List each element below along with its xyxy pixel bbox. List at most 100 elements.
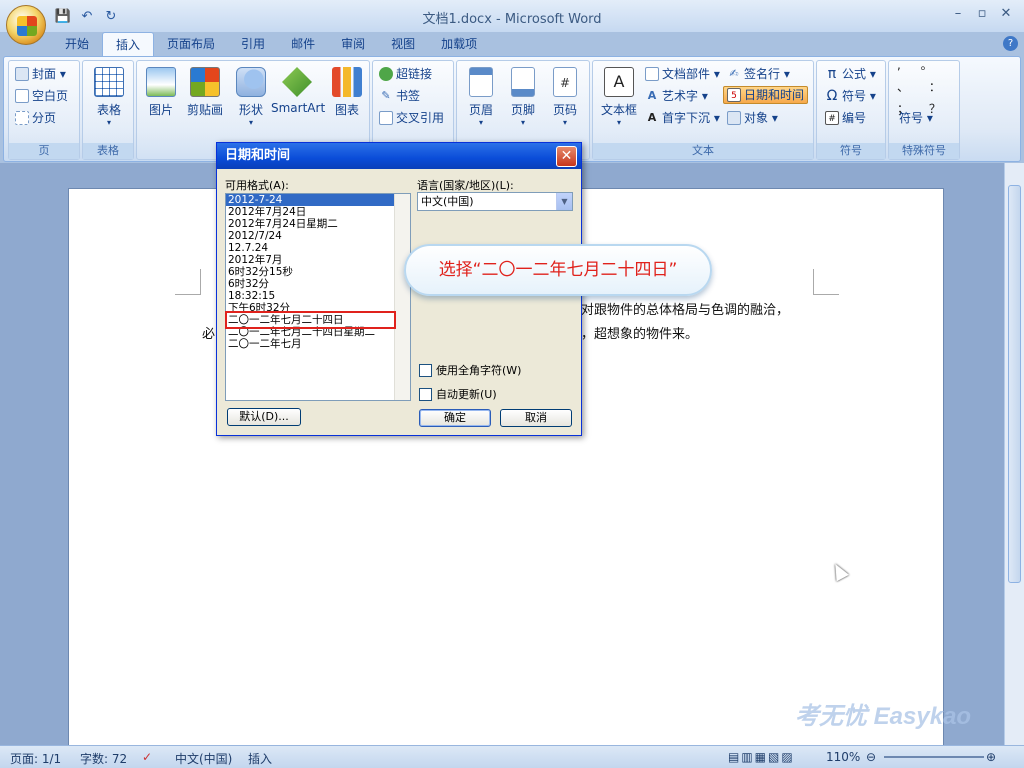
smartart-button[interactable]: SmartArt <box>271 67 325 115</box>
format-option[interactable]: 2012-7-24 <box>226 194 410 206</box>
header-button[interactable]: 页眉 ▾ <box>459 67 503 127</box>
clipart-button[interactable]: 剪贴画 <box>181 67 229 118</box>
chart-icon <box>332 67 362 97</box>
tab-insert[interactable]: 插入 <box>102 32 155 56</box>
numbering-button[interactable]: # 编号 <box>825 109 866 127</box>
close-button[interactable]: ✕ <box>994 6 1018 24</box>
page-break-button[interactable]: 分页 <box>15 109 56 127</box>
hyperlink-button[interactable]: 超链接 <box>379 65 432 83</box>
restore-button[interactable]: ▫ <box>970 6 994 24</box>
format-option[interactable]: 18:32:15 <box>226 290 410 302</box>
chart-button[interactable]: 图表 <box>325 67 369 118</box>
format-option[interactable]: 2012年7月 <box>226 254 410 266</box>
autoupdate-checkbox[interactable]: 自动更新(U) <box>419 386 497 402</box>
zoom-level[interactable]: 110% <box>826 750 860 764</box>
bookmark-icon: ✎ <box>381 89 391 102</box>
proofing-icon[interactable]: ✓ <box>142 750 152 764</box>
signature-line-button[interactable]: ✍ 签名行 ▾ <box>727 65 789 83</box>
textbox-icon: A <box>604 67 634 97</box>
equation-button[interactable]: π 公式 ▾ <box>825 65 876 83</box>
checkbox-box[interactable] <box>419 363 432 377</box>
office-logo-icon <box>17 16 37 36</box>
tab-mailings[interactable]: 邮件 <box>278 32 328 56</box>
listbox-scrollbar[interactable] <box>394 194 410 400</box>
ok-button[interactable]: 确定 <box>419 409 491 427</box>
tab-addins[interactable]: 加载项 <box>428 32 490 56</box>
tab-references[interactable]: 引用 <box>228 32 278 56</box>
omega-icon: Ω <box>826 88 838 104</box>
format-option[interactable]: 6时32分15秒 <box>226 266 410 278</box>
date-time-button[interactable]: 5 日期和时间 <box>723 86 809 104</box>
format-option[interactable]: 6时32分 <box>226 278 410 290</box>
drop-cap-button[interactable]: A 首字下沉 ▾ <box>645 109 720 127</box>
minimize-button[interactable]: – <box>946 6 970 24</box>
group-text: A 文本框 ▾ 文档部件 ▾ A 艺术字 ▾ A 首字下沉 ▾ ✍ 签名行 ▾ 5 日期和时… <box>592 60 814 160</box>
language-select[interactable]: 中文(中国) ▼ <box>417 192 573 211</box>
cancel-button[interactable]: 取消 <box>500 409 572 427</box>
word-count[interactable]: 字数: 72 <box>80 750 127 767</box>
dialog-close-button[interactable]: ✕ <box>556 146 577 167</box>
insert-mode[interactable]: 插入 <box>248 750 272 767</box>
vertical-scrollbar[interactable] <box>1004 163 1024 745</box>
format-option[interactable]: 二〇一二年七月 <box>226 338 410 350</box>
checkbox-box[interactable] <box>419 387 432 401</box>
textbox-button[interactable]: A 文本框 ▾ <box>595 67 643 127</box>
zoom-out-icon[interactable]: ⊖ <box>866 750 876 764</box>
group-special-symbols: , 。 、 ： ； ？ 符号 ▾ 特殊符号 <box>888 58 960 160</box>
picture-button[interactable]: 图片 <box>139 67 183 118</box>
scroll-thumb[interactable] <box>1008 185 1021 583</box>
dialog-title: 日期和时间 <box>217 143 581 169</box>
document-text-line-2-end: ，超想象的物件来。 <box>581 327 699 342</box>
group-label-table: 表格 <box>83 143 133 159</box>
language-status[interactable]: 中文(中国) <box>175 750 232 767</box>
cover-page-button[interactable]: 封面 ▾ <box>15 65 66 83</box>
tab-home[interactable]: 开始 <box>52 32 102 56</box>
object-button[interactable]: 对象 ▾ <box>727 109 778 127</box>
symbol-button[interactable]: Ω 符号 ▾ <box>825 87 876 105</box>
pi-icon: π <box>827 66 837 82</box>
page-number-button[interactable]: # 页码 ▾ <box>543 67 587 127</box>
formats-listbox[interactable]: 2012-7-24 2012年7月24日 2012年7月24日星期二 2012/… <box>225 193 411 401</box>
default-button[interactable]: 默认(D)... <box>227 408 301 426</box>
format-option[interactable]: 2012年7月24日 <box>226 206 410 218</box>
tab-view[interactable]: 视图 <box>378 32 428 56</box>
chevron-down-icon[interactable]: ▼ <box>556 193 572 210</box>
cross-reference-icon <box>379 111 393 125</box>
zoom-slider[interactable] <box>884 756 984 758</box>
quick-parts-button[interactable]: 文档部件 ▾ <box>645 65 720 83</box>
shapes-button[interactable]: 形状 ▾ <box>229 67 273 127</box>
cover-page-icon <box>15 67 29 81</box>
zoom-in-icon[interactable]: ⊕ <box>986 750 996 764</box>
help-icon[interactable]: ? <box>1003 36 1018 51</box>
group-table: 表格 ▾ 表格 <box>82 60 134 160</box>
group-symbols: π 公式 ▾ Ω 符号 ▾ # 编号 符号 <box>816 60 886 160</box>
footer-button[interactable]: 页脚 ▾ <box>501 67 545 127</box>
cross-reference-button[interactable]: 交叉引用 <box>379 109 444 127</box>
format-option[interactable]: 2012年7月24日星期二 <box>226 218 410 230</box>
table-button[interactable]: 表格 ▾ <box>87 67 131 127</box>
page-count[interactable]: 页面: 1/1 <box>10 750 61 767</box>
page-break-icon <box>15 111 29 125</box>
format-option[interactable]: 12.7.24 <box>226 242 410 254</box>
special-chars[interactable]: , 。 、 ： ； ？ <box>897 58 955 116</box>
numbering-icon: # <box>825 111 839 125</box>
header-icon <box>469 67 493 97</box>
watermark-logo: 考无忧 Easykao <box>795 703 972 730</box>
calendar-icon: 5 <box>727 88 741 102</box>
table-icon <box>94 67 124 97</box>
fullwidth-checkbox[interactable]: 使用全角字符(W) <box>419 362 521 378</box>
smartart-icon <box>282 67 312 97</box>
tab-page-layout[interactable]: 页面布局 <box>154 32 228 56</box>
bookmark-button[interactable]: ✎ 书签 <box>379 87 420 105</box>
shapes-icon <box>236 67 266 97</box>
office-button[interactable] <box>6 5 46 45</box>
globe-icon <box>379 67 393 81</box>
status-bar: 页面: 1/1 字数: 72 ✓ 中文(中国) 插入 ▤▥▦▧▨ 110% ⊖ … <box>0 745 1024 768</box>
title-bar: 💾 ↶ ↻ 文档1.docx - Microsoft Word – ▫ ✕ <box>0 0 1024 32</box>
blank-page-button[interactable]: 空白页 <box>15 87 68 105</box>
format-option[interactable]: 2012/7/24 <box>226 230 410 242</box>
special-symbol-button[interactable]: 符号 ▾ <box>899 109 933 127</box>
view-buttons-icon[interactable]: ▤▥▦▧▨ <box>728 750 795 764</box>
tab-review[interactable]: 审阅 <box>328 32 378 56</box>
wordart-button[interactable]: A 艺术字 ▾ <box>645 87 708 105</box>
